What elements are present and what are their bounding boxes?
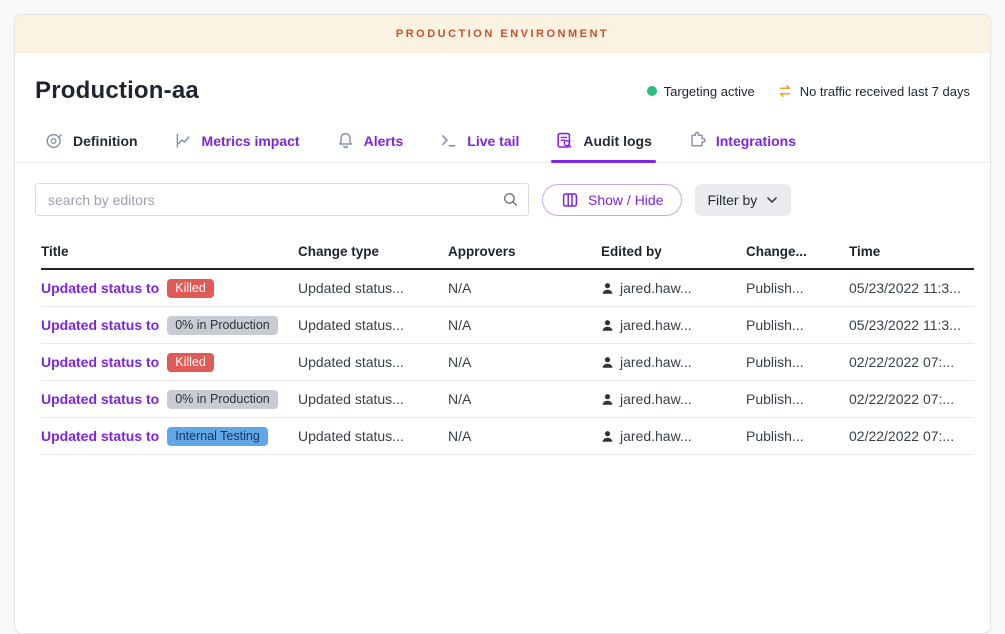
status-badge-internal-testing: Internal Testing	[167, 427, 268, 446]
tab-live-tail[interactable]: Live tail	[439, 119, 519, 162]
table-row: Updated status to Killed Updated status.…	[41, 270, 974, 307]
approvers-cell: N/A	[448, 391, 601, 407]
tab-alerts[interactable]: Alerts	[336, 119, 404, 162]
search-input-wrapper	[35, 183, 529, 216]
change-type-cell: Updated status...	[298, 428, 448, 444]
row-title-link[interactable]: Updated status to	[41, 317, 159, 333]
approvers-cell: N/A	[448, 280, 601, 296]
table-header-row: Title Change type Approvers Edited by Ch…	[41, 234, 974, 270]
edited-by-value: jared.haw...	[620, 428, 692, 444]
audit-log-icon	[555, 131, 574, 150]
tab-live-tail-label: Live tail	[467, 133, 519, 149]
definition-icon	[45, 131, 64, 150]
terminal-icon	[439, 131, 458, 150]
metrics-icon	[174, 131, 193, 150]
edited-by-cell: jared.haw...	[601, 280, 746, 296]
environment-card: PRODUCTION ENVIRONMENT Production-aa Tar…	[14, 14, 991, 634]
time-cell: 02/22/2022 07:...	[849, 428, 974, 444]
edited-by-cell: jared.haw...	[601, 428, 746, 444]
edited-by-cell: jared.haw...	[601, 354, 746, 370]
table-row: Updated status to Internal Testing Updat…	[41, 418, 974, 455]
change-type-cell: Updated status...	[298, 317, 448, 333]
tab-integrations[interactable]: Integrations	[688, 119, 796, 162]
table-row: Updated status to Killed Updated status.…	[41, 344, 974, 381]
filter-by-label: Filter by	[707, 192, 757, 208]
status-badge-killed: Killed	[167, 279, 214, 298]
green-dot-icon	[647, 86, 657, 96]
column-header-edited-by: Edited by	[601, 244, 746, 259]
row-title-link[interactable]: Updated status to	[41, 354, 159, 370]
column-header-time: Time	[849, 244, 974, 259]
page-header: Production-aa Targeting active No traffi…	[15, 53, 990, 119]
person-icon	[601, 319, 614, 332]
edited-by-cell: jared.haw...	[601, 317, 746, 333]
time-cell: 05/23/2022 11:3...	[849, 280, 974, 296]
bell-icon	[336, 131, 355, 150]
change-type-cell: Updated status...	[298, 391, 448, 407]
tab-audit-logs-label: Audit logs	[583, 133, 651, 149]
approvers-cell: N/A	[448, 428, 601, 444]
change-cell: Publish...	[746, 428, 849, 444]
tab-integrations-label: Integrations	[716, 133, 796, 149]
person-icon	[601, 430, 614, 443]
chevron-down-icon	[765, 193, 779, 207]
change-cell: Publish...	[746, 280, 849, 296]
time-cell: 02/22/2022 07:...	[849, 354, 974, 370]
tab-definition-label: Definition	[73, 133, 138, 149]
row-title-link[interactable]: Updated status to	[41, 280, 159, 296]
tab-metrics-impact[interactable]: Metrics impact	[174, 119, 300, 162]
traffic-arrows-icon	[777, 83, 793, 99]
search-input[interactable]	[35, 183, 529, 216]
audit-logs-table: Title Change type Approvers Edited by Ch…	[41, 234, 974, 455]
row-title-link[interactable]: Updated status to	[41, 428, 159, 444]
status-badge-production: 0% in Production	[167, 316, 278, 335]
page-title: Production-aa	[35, 77, 199, 105]
approvers-cell: N/A	[448, 317, 601, 333]
traffic-status-label: No traffic received last 7 days	[800, 84, 970, 99]
column-header-change: Change...	[746, 244, 849, 259]
change-cell: Publish...	[746, 391, 849, 407]
edited-by-value: jared.haw...	[620, 317, 692, 333]
table-row: Updated status to 0% in Production Updat…	[41, 307, 974, 344]
change-type-cell: Updated status...	[298, 354, 448, 370]
toolbar: Show / Hide Filter by	[15, 163, 990, 228]
columns-icon	[561, 191, 579, 209]
column-header-title: Title	[41, 244, 298, 259]
targeting-status: Targeting active	[647, 84, 755, 99]
filter-by-button[interactable]: Filter by	[695, 184, 791, 216]
tab-metrics-impact-label: Metrics impact	[202, 133, 300, 149]
tab-audit-logs[interactable]: Audit logs	[555, 119, 651, 162]
table-row: Updated status to 0% in Production Updat…	[41, 381, 974, 418]
tab-definition[interactable]: Definition	[45, 119, 138, 162]
change-cell: Publish...	[746, 317, 849, 333]
show-hide-label: Show / Hide	[588, 192, 663, 208]
search-icon	[502, 191, 519, 208]
edited-by-value: jared.haw...	[620, 354, 692, 370]
status-badge-production: 0% in Production	[167, 390, 278, 409]
time-cell: 05/23/2022 11:3...	[849, 317, 974, 333]
edited-by-value: jared.haw...	[620, 391, 692, 407]
tab-alerts-label: Alerts	[364, 133, 404, 149]
approvers-cell: N/A	[448, 354, 601, 370]
row-title-link[interactable]: Updated status to	[41, 391, 159, 407]
column-header-change-type: Change type	[298, 244, 448, 259]
status-group: Targeting active No traffic received las…	[647, 83, 970, 99]
banner-text: PRODUCTION ENVIRONMENT	[396, 28, 609, 40]
person-icon	[601, 282, 614, 295]
tab-bar: Definition Metrics impact Alerts Live ta…	[15, 119, 990, 163]
puzzle-icon	[688, 131, 707, 150]
status-badge-killed: Killed	[167, 353, 214, 372]
edited-by-cell: jared.haw...	[601, 391, 746, 407]
person-icon	[601, 356, 614, 369]
change-cell: Publish...	[746, 354, 849, 370]
traffic-status: No traffic received last 7 days	[777, 83, 970, 99]
column-header-approvers: Approvers	[448, 244, 601, 259]
change-type-cell: Updated status...	[298, 280, 448, 296]
edited-by-value: jared.haw...	[620, 280, 692, 296]
person-icon	[601, 393, 614, 406]
targeting-status-label: Targeting active	[664, 84, 755, 99]
production-environment-banner: PRODUCTION ENVIRONMENT	[15, 15, 990, 53]
show-hide-button[interactable]: Show / Hide	[542, 184, 682, 216]
time-cell: 02/22/2022 07:...	[849, 391, 974, 407]
